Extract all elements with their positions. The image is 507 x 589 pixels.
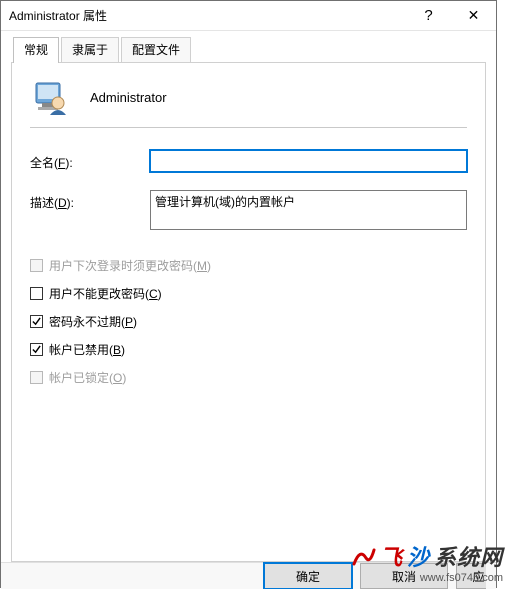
window-title: Administrator 属性	[9, 7, 406, 24]
description-label-end: ):	[67, 196, 74, 210]
fullname-label-end: ):	[65, 156, 72, 170]
fullname-label: 全名(F):	[30, 150, 150, 171]
checkbox-account-locked	[30, 371, 43, 384]
description-label: 描述(D):	[30, 190, 150, 211]
description-input[interactable]	[150, 190, 467, 230]
checkbox-must-change	[30, 259, 43, 272]
field-row-fullname: 全名(F):	[30, 150, 467, 172]
description-label-text: 描述(	[30, 196, 58, 210]
ok-button[interactable]: 确定	[264, 563, 352, 589]
titlebar: Administrator 属性 ? ✕	[1, 1, 496, 31]
check-account-disabled[interactable]: 帐户已禁用(B)	[30, 335, 467, 363]
checkbox-never-expires[interactable]	[30, 315, 43, 328]
separator	[30, 127, 467, 128]
description-access-key: D	[58, 196, 67, 210]
tab-member-of[interactable]: 隶属于	[61, 37, 119, 62]
checkbox-group: 用户下次登录时须更改密码(M) 用户不能更改密码(C)	[30, 251, 467, 391]
close-button[interactable]: ✕	[451, 1, 496, 31]
check-account-locked: 帐户已锁定(O)	[30, 363, 467, 391]
user-name: Administrator	[90, 90, 167, 105]
help-button[interactable]: ?	[406, 1, 451, 31]
check-label-account-locked: 帐户已锁定(O)	[49, 369, 126, 386]
user-icon	[30, 77, 70, 117]
checkbox-account-disabled[interactable]	[30, 343, 43, 356]
tab-profile[interactable]: 配置文件	[121, 37, 191, 62]
check-label-never-expires: 密码永不过期(P)	[49, 313, 137, 330]
check-label-account-disabled: 帐户已禁用(B)	[49, 341, 125, 358]
check-must-change-password: 用户下次登录时须更改密码(M)	[30, 251, 467, 279]
tab-panel-general: Administrator 全名(F): 描述(D):	[11, 62, 486, 562]
content-area: 常规 隶属于 配置文件 Administrator	[1, 31, 496, 562]
user-header: Administrator	[30, 77, 467, 117]
check-password-never-expires[interactable]: 密码永不过期(P)	[30, 307, 467, 335]
apply-button[interactable]: 应	[456, 563, 486, 589]
check-cannot-change-password[interactable]: 用户不能更改密码(C)	[30, 279, 467, 307]
button-bar: 确定 取消 应	[1, 562, 496, 589]
properties-dialog: Administrator 属性 ? ✕ 常规 隶属于 配置文件	[0, 0, 497, 588]
tab-general[interactable]: 常规	[13, 37, 59, 63]
fullname-label-text: 全名(	[30, 156, 58, 170]
tab-strip: 常规 隶属于 配置文件	[11, 39, 486, 62]
field-row-description: 描述(D):	[30, 190, 467, 233]
cancel-button[interactable]: 取消	[360, 563, 448, 589]
check-label-cannot-change: 用户不能更改密码(C)	[49, 285, 162, 302]
checkbox-cannot-change[interactable]	[30, 287, 43, 300]
fullname-input[interactable]	[150, 150, 467, 172]
check-label-must-change: 用户下次登录时须更改密码(M)	[49, 257, 211, 274]
